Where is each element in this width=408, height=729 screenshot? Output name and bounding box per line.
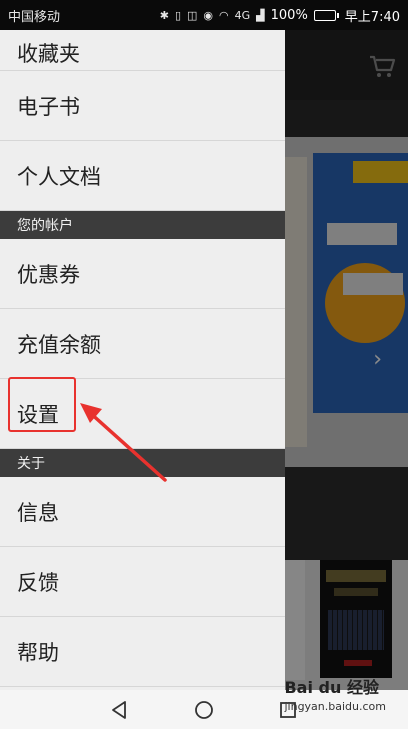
watermark-url: jingyan.baidu.com bbox=[284, 700, 386, 713]
menu-item-ebooks[interactable]: 电子书 bbox=[0, 71, 285, 141]
menu-item-label: 反馈 bbox=[17, 570, 59, 595]
menu-item-help[interactable]: 帮助 bbox=[0, 617, 285, 687]
back-icon[interactable] bbox=[108, 698, 132, 722]
menu-item-label: 帮助 bbox=[17, 640, 59, 665]
vibrate-icon: ▯ bbox=[174, 8, 181, 22]
clock: 早上7:40 bbox=[344, 9, 400, 25]
menu-item-settings[interactable]: 设置 bbox=[0, 379, 285, 449]
scrim-overlay[interactable] bbox=[285, 30, 408, 690]
menu-item-label: 充值余额 bbox=[17, 332, 101, 357]
signal-label: 4G bbox=[234, 8, 251, 22]
menu-item-coupons[interactable]: 优惠券 bbox=[0, 239, 285, 309]
watermark-brand: Bai du 经验 bbox=[284, 678, 379, 697]
battery-icon bbox=[313, 9, 339, 21]
menu-item-info[interactable]: 信息 bbox=[0, 477, 285, 547]
signal-icon: ▟ bbox=[256, 8, 265, 22]
menu-item-label: 设置 bbox=[17, 402, 59, 427]
nfc-icon: ◫ bbox=[187, 8, 198, 22]
status-icons: ✱ ▯ ◫ ◉ ◠ 4G ▟ 100% 早上7:40 bbox=[160, 6, 400, 25]
menu-item-favorites[interactable]: 收藏夹 bbox=[0, 30, 285, 71]
status-bar: 中国移动 ✱ ▯ ◫ ◉ ◠ 4G ▟ 100% 早上7:40 bbox=[0, 0, 408, 30]
eye-icon: ◉ bbox=[203, 8, 214, 22]
wifi-icon: ◠ bbox=[219, 8, 229, 22]
menu-item-label: 信息 bbox=[17, 500, 59, 525]
menu-item-label: 电子书 bbox=[17, 94, 80, 119]
menu-item-label: 个人文档 bbox=[17, 164, 101, 189]
menu-item-feedback[interactable]: 反馈 bbox=[0, 547, 285, 617]
menu-item-label: 收藏夹 bbox=[17, 42, 80, 66]
section-header-about: 关于 bbox=[0, 449, 285, 477]
bluetooth-icon: ✱ bbox=[159, 8, 169, 22]
menu-item-personal-docs[interactable]: 个人文档 bbox=[0, 141, 285, 211]
watermark: Bai du 经验 jingyan.baidu.com bbox=[284, 674, 386, 713]
home-icon[interactable] bbox=[192, 698, 216, 722]
screen: 中国移动 ✱ ▯ ◫ ◉ ◠ 4G ▟ 100% 早上7:40 › 收藏夹 电子… bbox=[0, 0, 408, 729]
menu-item-balance[interactable]: 充值余额 bbox=[0, 309, 285, 379]
menu-item-label: 优惠券 bbox=[17, 262, 80, 287]
carrier-label: 中国移动 bbox=[8, 9, 61, 25]
battery-percent: 100% bbox=[270, 7, 308, 23]
navigation-drawer: 收藏夹 电子书 个人文档 您的帐户 优惠券 充值余额 设置 关于 信息 反馈 帮… bbox=[0, 30, 285, 690]
section-header-account: 您的帐户 bbox=[0, 211, 285, 239]
